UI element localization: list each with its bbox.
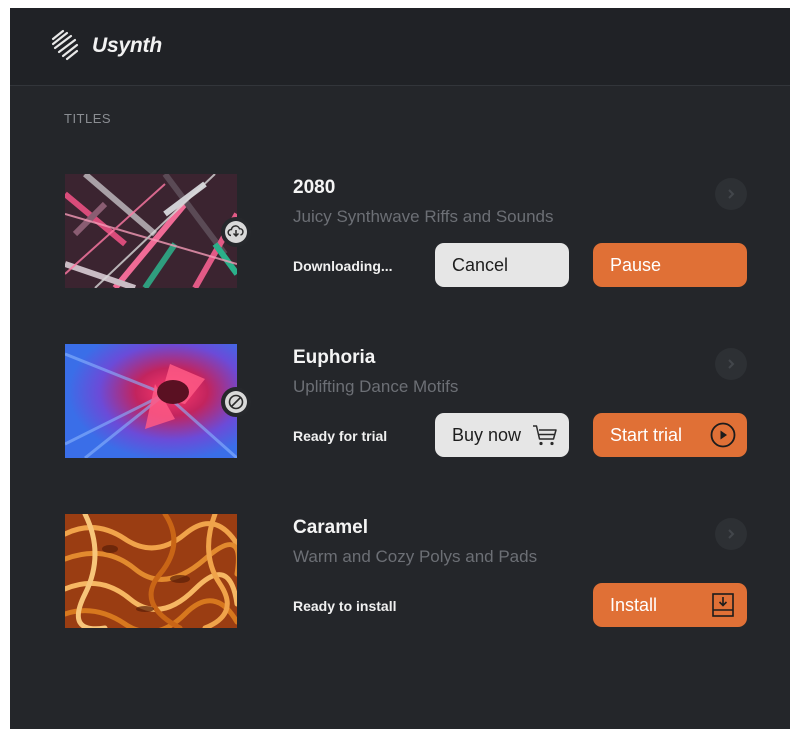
pause-button-label: Pause [610,254,662,275]
pause-button[interactable]: Pause [593,243,747,287]
app-window: Usynth TITLES 2080 Juicy Synthwave Riffs… [10,8,790,729]
download-cloud-icon [221,217,251,247]
cover-image-euphoria[interactable] [65,344,237,458]
buy-now-button-label: Buy now [452,424,522,445]
chevron-right-icon[interactable] [715,518,747,550]
item-subtitle: Warm and Cozy Polys and Pads [293,547,538,566]
install-button-label: Install [610,594,658,615]
cover-image-caramel[interactable] [65,514,237,628]
brand-name: Usynth [92,34,162,57]
item-title: Euphoria [293,347,376,368]
blocked-icon [221,387,251,417]
cover-image-2080[interactable] [65,174,237,288]
cart-icon [533,425,557,446]
start-trial-button-label: Start trial [610,424,683,445]
item-status: Downloading... [293,258,393,274]
item-title: 2080 [293,177,336,198]
start-trial-button[interactable]: Start trial [593,413,747,457]
list-item: Euphoria Uplifting Dance Motifs Ready fo… [10,344,790,494]
header: Usynth [10,8,790,86]
chevron-right-icon[interactable] [715,348,747,380]
usynth-logo-icon [51,29,79,61]
install-button[interactable]: Install [593,583,747,627]
item-status: Ready to install [293,598,397,614]
list-item: 2080 Juicy Synthwave Riffs and Sounds Do… [10,174,790,324]
install-download-icon [712,593,734,617]
buy-now-button[interactable]: Buy now [435,413,569,457]
cancel-button[interactable]: Cancel [435,243,569,287]
cancel-button-label: Cancel [452,254,509,275]
list-item: Caramel Warm and Cozy Polys and Pads Rea… [10,514,790,664]
item-status: Ready for trial [293,428,388,444]
item-title: Caramel [293,517,368,538]
play-circle-icon [710,422,736,448]
item-subtitle: Uplifting Dance Motifs [293,377,459,396]
section-title: TITLES [64,111,112,126]
chevron-right-icon[interactable] [715,178,747,210]
item-subtitle: Juicy Synthwave Riffs and Sounds [293,207,554,226]
